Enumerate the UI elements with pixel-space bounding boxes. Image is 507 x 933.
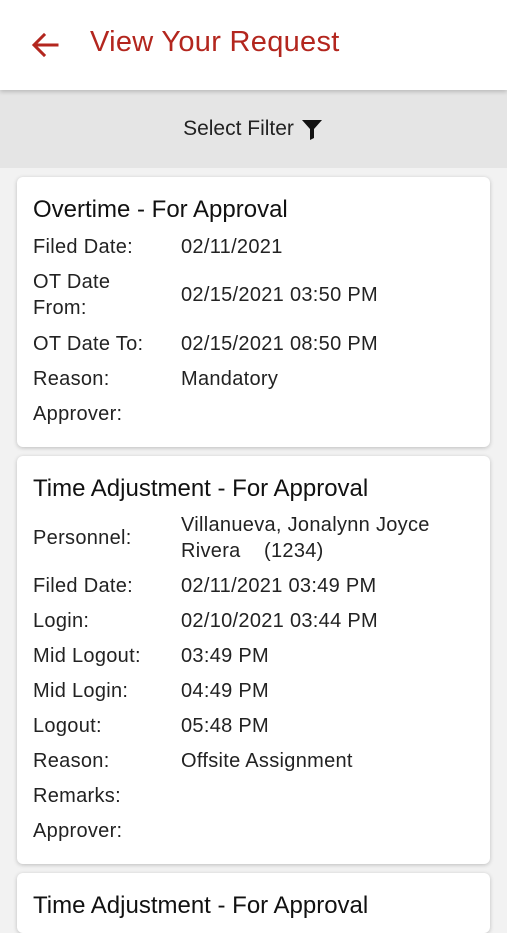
field-row-filed-date: Filed Date: 02/11/2021	[33, 229, 474, 264]
field-row-remarks: Remarks:	[33, 778, 474, 813]
field-label: Mid Login:	[33, 679, 129, 702]
field-label: Personnel:	[33, 527, 132, 549]
field-value: Mandatory	[181, 367, 279, 390]
field-value: 02/15/2021 08:50 PM	[181, 332, 378, 355]
field-row-ot-date-to: OT Date To: 02/15/2021 08:50 PM	[33, 326, 474, 361]
card-title: Time Adjustment - For Approval	[33, 475, 369, 502]
select-filter-label: Select Filter	[183, 117, 294, 140]
field-row-filed-date: Filed Date: 02/11/2021 03:49 PM	[33, 568, 474, 603]
field-label: OT Date To:	[33, 332, 144, 355]
field-value: 02/11/2021 03:49 PM	[181, 574, 377, 597]
field-label: Filed Date:	[33, 574, 134, 597]
field-row-approver: Approver:	[33, 813, 474, 848]
field-value: 04:49 PM	[181, 679, 270, 702]
funnel-icon	[300, 117, 324, 141]
field-label: Approver:	[33, 819, 123, 842]
field-value: Villanueva, Jonalynn Joyce Rivera (1234)	[181, 514, 436, 562]
filter-bar[interactable]: Select Filter	[0, 90, 507, 168]
field-row-personnel: Personnel: Villanueva, Jonalynn Joyce Ri…	[33, 508, 474, 568]
field-label: Reason:	[33, 367, 110, 390]
field-label: Logout:	[33, 714, 102, 737]
field-value: 02/15/2021 03:50 PM	[181, 284, 378, 306]
field-value: Offsite Assignment	[181, 749, 353, 772]
request-card-overtime[interactable]: Overtime - For Approval Filed Date: 02/1…	[17, 177, 490, 447]
field-label: OT Date From:	[33, 271, 111, 319]
field-row-mid-login: Mid Login: 04:49 PM	[33, 673, 474, 708]
field-row-reason: Reason: Mandatory	[33, 361, 474, 396]
request-card-time-adjustment-2[interactable]: Time Adjustment - For Approval	[17, 873, 490, 933]
field-row-reason: Reason: Offsite Assignment	[33, 743, 474, 778]
field-row-logout: Logout: 05:48 PM	[33, 708, 474, 743]
card-title: Overtime - For Approval	[33, 196, 288, 223]
field-row-mid-logout: Mid Logout: 03:49 PM	[33, 638, 474, 673]
field-value: 02/10/2021 03:44 PM	[181, 609, 378, 632]
field-row-login: Login: 02/10/2021 03:44 PM	[33, 603, 474, 638]
back-button[interactable]	[28, 28, 62, 62]
app-bar: View Your Request	[0, 0, 507, 90]
field-label: Reason:	[33, 749, 110, 772]
card-title: Time Adjustment - For Approval	[33, 892, 369, 919]
field-label: Remarks:	[33, 784, 121, 807]
field-value: 03:49 PM	[181, 644, 270, 667]
page-title: View Your Request	[90, 26, 340, 58]
field-row-approver: Approver:	[33, 396, 474, 431]
field-value: 02/11/2021	[181, 235, 283, 258]
field-label: Filed Date:	[33, 235, 134, 258]
field-label: Login:	[33, 609, 90, 632]
field-label: Approver:	[33, 402, 123, 425]
arrow-left-icon	[31, 32, 59, 58]
field-label: Mid Logout:	[33, 644, 141, 667]
field-row-ot-date-from: OT Date From: 02/15/2021 03:50 PM	[33, 264, 474, 326]
request-card-time-adjustment[interactable]: Time Adjustment - For Approval Personnel…	[17, 456, 490, 864]
field-value: 05:48 PM	[181, 714, 270, 737]
